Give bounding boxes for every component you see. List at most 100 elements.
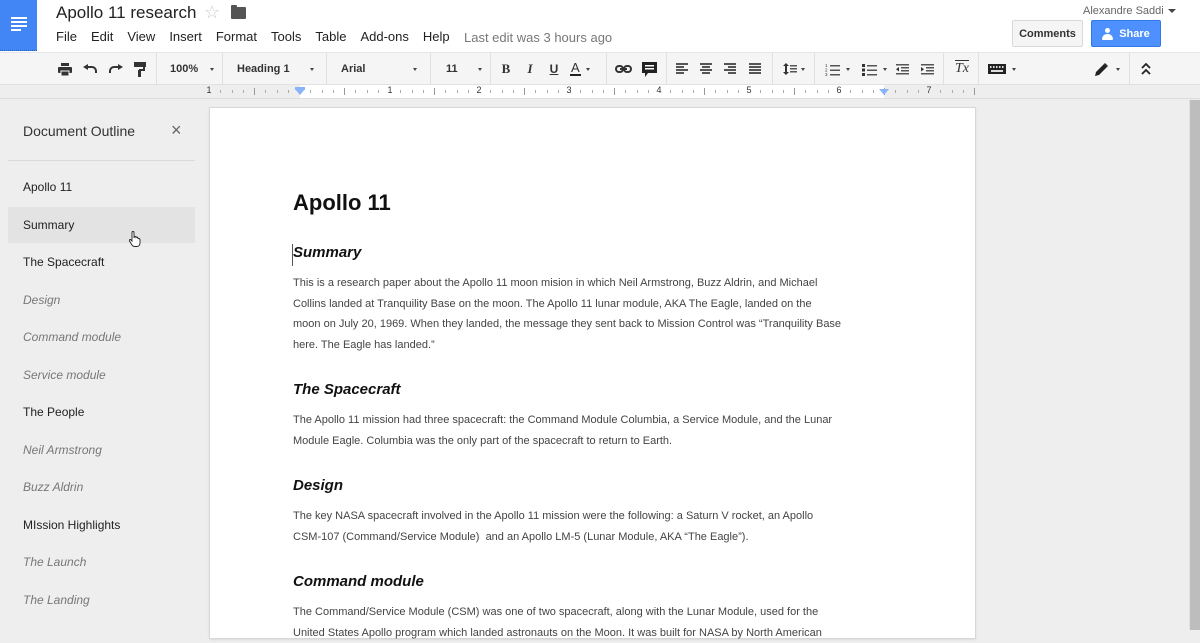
last-edit-status[interactable]: Last edit was 3 hours ago: [464, 30, 612, 45]
ruler-tick: [411, 90, 413, 93]
outline-item[interactable]: MIssion Highlights: [8, 507, 195, 543]
chevron-down-icon: [413, 68, 417, 71]
font-size-dropdown[interactable]: 11: [446, 53, 482, 85]
paint-format-icon[interactable]: [131, 53, 149, 85]
section-heading: Command module: [293, 573, 424, 590]
ruler-tick: [276, 90, 278, 93]
underline-glyph: U: [549, 62, 559, 76]
document-page[interactable]: Apollo 11 Summary This is a research pape…: [210, 108, 975, 639]
ruler[interactable]: 1 1 2 3 4 5 6 7: [0, 85, 1200, 99]
menu-edit[interactable]: Edit: [91, 29, 113, 44]
ruler-tick: [242, 90, 244, 93]
docs-home-icon[interactable]: [0, 0, 37, 51]
redo-icon[interactable]: [106, 53, 126, 85]
outline-item[interactable]: The Launch: [8, 544, 195, 580]
menu-format[interactable]: Format: [216, 29, 257, 44]
outline-item[interactable]: The Spacecraft: [8, 244, 195, 280]
outline-item[interactable]: Design: [8, 282, 195, 318]
align-left-icon[interactable]: [673, 53, 691, 85]
chevron-down-icon: [310, 68, 314, 71]
outline-item[interactable]: Neil Armstrong: [8, 432, 195, 468]
ruler-tick: [805, 90, 807, 93]
comment-icon[interactable]: [639, 53, 659, 85]
editing-mode-icon[interactable]: [1091, 53, 1123, 85]
ruler-label: 6: [836, 85, 842, 95]
outline-item[interactable]: Buzz Aldrin: [8, 469, 195, 505]
menu-table[interactable]: Table: [315, 29, 346, 44]
header-bar: Apollo 11 research ☆ File Edit View Inse…: [0, 0, 1200, 52]
clear-formatting-icon[interactable]: Tx: [951, 53, 973, 85]
paragraph-style-dropdown[interactable]: Heading 1: [237, 53, 314, 85]
align-right-icon[interactable]: [721, 53, 739, 85]
numbered-list-icon[interactable]: 123: [821, 53, 853, 85]
italic-button[interactable]: I: [522, 53, 538, 85]
align-center-icon[interactable]: [697, 53, 715, 85]
undo-icon[interactable]: [80, 53, 100, 85]
zoom-dropdown[interactable]: 100%: [170, 53, 214, 85]
close-icon[interactable]: ×: [171, 120, 182, 140]
outline-item-label: Buzz Aldrin: [23, 480, 84, 494]
collapse-menus-icon[interactable]: [1136, 53, 1156, 85]
menu-tools[interactable]: Tools: [271, 29, 301, 44]
justify-icon[interactable]: [746, 53, 764, 85]
menu-view[interactable]: View: [127, 29, 155, 44]
increase-indent-icon[interactable]: [918, 53, 936, 85]
ruler-tick: [715, 90, 717, 93]
chevron-down-icon: [801, 67, 805, 71]
font-dropdown[interactable]: Arial: [341, 53, 417, 85]
ruler-tick: [366, 90, 368, 93]
ruler-tick: [231, 90, 233, 93]
bulleted-list-icon[interactable]: [858, 53, 890, 85]
link-icon[interactable]: [613, 53, 633, 85]
right-indent-handle[interactable]: [879, 89, 889, 95]
outline-item[interactable]: Command module: [8, 319, 195, 355]
print-icon[interactable]: [56, 53, 74, 85]
ruler-tick: [501, 90, 503, 93]
share-button[interactable]: Share: [1091, 20, 1161, 47]
chevron-down-icon: [1115, 67, 1120, 71]
paragraph-line: This is a research paper about the Apoll…: [293, 277, 818, 289]
section-paragraph: The Apollo 11 mission had three spacecra…: [293, 410, 863, 451]
scrollbar-thumb[interactable]: [1190, 100, 1200, 630]
ruler-tick: [332, 90, 334, 93]
input-tools-icon[interactable]: [985, 53, 1019, 85]
ruler-tick: [940, 90, 942, 93]
document-heading-title: Apollo 11: [293, 190, 391, 215]
outline-item[interactable]: Apollo 11: [8, 169, 195, 205]
chevron-down-icon: [1167, 9, 1176, 14]
outline-item[interactable]: The People: [8, 394, 195, 430]
underline-button[interactable]: U: [546, 53, 562, 85]
menu-file[interactable]: File: [56, 29, 77, 44]
paragraph-line: United States Apollo program which lande…: [293, 626, 822, 639]
menu-insert[interactable]: Insert: [169, 29, 202, 44]
text-color-glyph: A: [570, 60, 581, 76]
star-icon[interactable]: ☆: [204, 2, 220, 23]
paragraph-line: The Command/Service Module (CSM) was one…: [293, 606, 819, 618]
paragraph-line: The key NASA spacecraft involved in the …: [293, 510, 814, 522]
ruler-tick: [951, 90, 953, 93]
bold-button[interactable]: B: [498, 53, 514, 85]
outline-item[interactable]: Summary: [8, 206, 195, 243]
chevron-down-icon: [882, 67, 887, 71]
folder-icon[interactable]: [231, 5, 246, 19]
comments-button[interactable]: Comments: [1012, 20, 1083, 47]
document-title[interactable]: Apollo 11 research: [56, 3, 197, 23]
decrease-indent-icon[interactable]: [893, 53, 911, 85]
ruler-label: 3: [566, 85, 572, 95]
outline-item-label: The Launch: [23, 555, 87, 569]
line-spacing-icon[interactable]: [779, 53, 809, 85]
outline-item-label: Service module: [23, 367, 106, 382]
ruler-tick: [445, 90, 447, 93]
ruler-tick: [861, 90, 863, 93]
ruler-tick: [906, 90, 908, 93]
left-indent-handle[interactable]: [295, 89, 305, 95]
account-menu[interactable]: Alexandre Saddi: [1083, 5, 1176, 17]
outline-item-label: The Spacecraft: [23, 255, 105, 269]
outline-item[interactable]: Service module: [8, 357, 195, 393]
menu-addons[interactable]: Add-ons: [360, 29, 408, 44]
outline-item[interactable]: The Landing: [8, 582, 195, 618]
ruler-tick: [220, 90, 222, 93]
menu-help[interactable]: Help: [423, 29, 450, 44]
ruler-tick: [816, 90, 818, 93]
text-color-button[interactable]: A: [570, 53, 600, 85]
